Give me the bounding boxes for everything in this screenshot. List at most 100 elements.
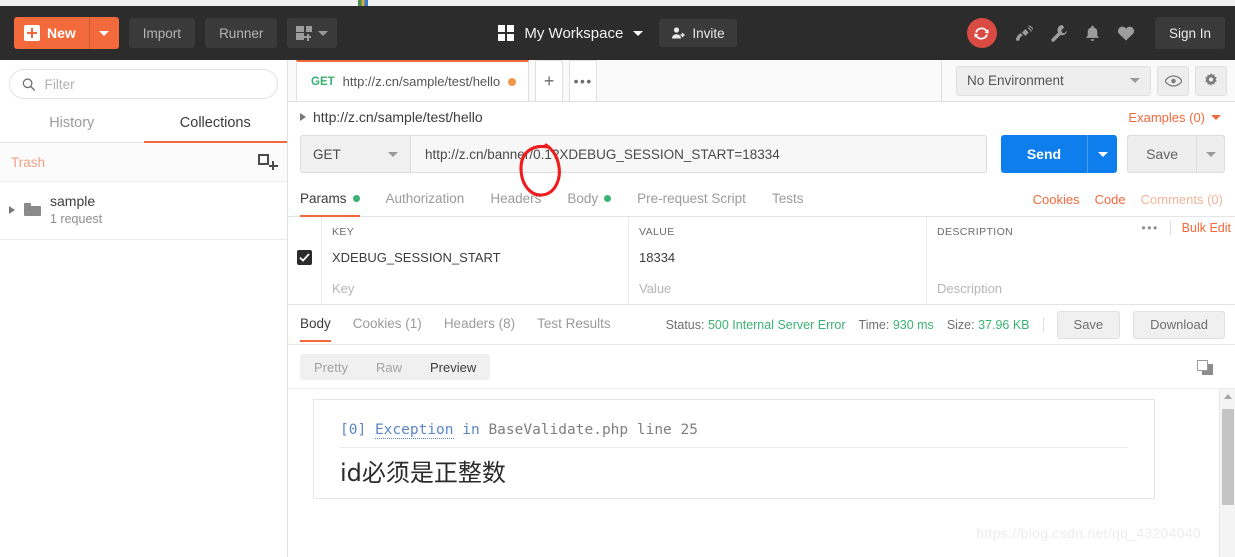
error-index: [0]	[340, 422, 367, 438]
response-view-modes: Pretty Raw Preview	[300, 354, 491, 380]
send-button[interactable]: Send	[1000, 135, 1088, 173]
params-table-header: KEY VALUE DESCRIPTION ••• Bulk Edit	[288, 217, 1235, 242]
param-key-cell[interactable]: XDEBUG_SESSION_START	[322, 242, 629, 273]
invite-button[interactable]: Invite	[659, 19, 737, 47]
param-row-checkbox-empty[interactable]	[288, 273, 322, 304]
time-group: Time: 930 ms	[859, 318, 934, 332]
view-mode-raw[interactable]: Raw	[362, 354, 416, 380]
tab-tests-label: Tests	[771, 191, 804, 206]
view-mode-preview-label: Preview	[429, 359, 477, 375]
param-value-placeholder[interactable]: Value	[629, 273, 927, 304]
tab-pre-request-script[interactable]: Pre-request Script	[637, 183, 746, 217]
save-button-group[interactable]: Save	[1127, 135, 1225, 173]
params-header-key: KEY	[322, 217, 629, 242]
request-tab-active[interactable]: GET http://z.cn/sample/test/hello	[296, 60, 530, 101]
param-key-placeholder[interactable]: Key	[322, 273, 629, 304]
send-button-label: Send	[1026, 146, 1062, 162]
send-button-group[interactable]: Send	[1000, 135, 1118, 173]
trash-row[interactable]: Trash	[0, 143, 287, 182]
time-value: 930 ms	[892, 317, 934, 332]
http-method-select[interactable]: GET	[300, 135, 410, 173]
tab-body[interactable]: Body	[567, 183, 612, 217]
checkbox-checked-icon	[297, 250, 312, 265]
breadcrumb-path: http://z.cn/sample/test/hello	[313, 109, 483, 125]
save-response-label: Save	[1073, 317, 1104, 332]
divider	[340, 447, 1128, 448]
save-options-button[interactable]	[1197, 135, 1225, 173]
chevron-right-icon[interactable]	[300, 113, 306, 121]
code-link[interactable]: Code	[1095, 192, 1126, 207]
trash-label: Trash	[11, 154, 46, 170]
comments-link[interactable]: Comments (0)	[1141, 192, 1223, 207]
breadcrumb-row: http://z.cn/sample/test/hello Examples (…	[288, 102, 1235, 131]
params-header-actions: ••• Bulk Edit	[1142, 221, 1231, 235]
error-headline: [0] Exception in BaseValidate.php line 2…	[340, 422, 1128, 439]
scrollbar-thumb[interactable]	[1222, 409, 1234, 505]
param-row-checkbox[interactable]	[288, 242, 322, 273]
settings-button[interactable]	[1195, 65, 1227, 96]
chevron-right-icon[interactable]	[9, 205, 15, 214]
url-input[interactable]: http://z.cn/banner/0.1?XDEBUG_SESSION_ST…	[410, 135, 987, 173]
tab-tests[interactable]: Tests	[772, 183, 804, 217]
download-response-button[interactable]: Download	[1133, 310, 1225, 339]
breadcrumb[interactable]: http://z.cn/sample/test/hello	[300, 109, 483, 125]
new-tab-button[interactable]: +	[535, 60, 564, 101]
tab-more-button[interactable]: •••	[569, 60, 598, 101]
params-table: KEY VALUE DESCRIPTION ••• Bulk Edit XDEB…	[288, 217, 1235, 305]
save-button-label: Save	[1146, 146, 1178, 162]
more-icon[interactable]: •••	[1142, 221, 1159, 235]
param-description-cell[interactable]	[927, 242, 1235, 273]
view-mode-preview[interactable]: Preview	[416, 354, 490, 380]
status-group: Status: 500 Internal Server Error	[666, 318, 846, 332]
environment-selector[interactable]: No Environment	[956, 65, 1151, 96]
sidebar-tab-collections-label: Collections	[179, 115, 251, 131]
view-mode-pretty-label: Pretty	[314, 359, 348, 375]
tab-headers-label: Headers	[490, 191, 542, 206]
examples-link[interactable]: Examples (0)	[1128, 110, 1225, 125]
error-type-link[interactable]: Exception	[374, 422, 454, 439]
scroll-up-icon[interactable]	[1224, 394, 1232, 399]
save-request-button[interactable]: Save	[1127, 135, 1197, 173]
invite-user-icon	[672, 27, 686, 39]
tab-params[interactable]: Params	[300, 183, 360, 217]
save-response-button[interactable]: Save	[1056, 310, 1121, 339]
cookies-link[interactable]: Cookies	[1033, 192, 1080, 207]
sidebar-tab-history[interactable]: History	[0, 106, 144, 143]
filter-box[interactable]	[9, 69, 278, 99]
url-input-value: http://z.cn/banner/0.1?XDEBUG_SESSION_ST…	[425, 146, 780, 162]
workspace-name[interactable]: My Workspace	[524, 25, 623, 42]
bulk-edit-link[interactable]: Bulk Edit	[1182, 221, 1231, 235]
examples-label: Examples (0)	[1128, 109, 1205, 125]
response-scrollbar[interactable]	[1219, 389, 1235, 557]
environment-quick-look-button[interactable]	[1157, 65, 1189, 96]
param-value-cell[interactable]: 18334	[629, 242, 927, 273]
chevron-down-icon[interactable]	[633, 30, 644, 36]
param-description-placeholder[interactable]: Description	[927, 273, 1235, 304]
response-tab-body[interactable]: Body	[300, 308, 331, 342]
table-row-empty[interactable]: Key Value Description	[288, 273, 1235, 304]
status-label: Status:	[665, 317, 705, 332]
view-mode-pretty[interactable]: Pretty	[300, 354, 362, 380]
search-input[interactable]	[44, 76, 265, 92]
collection-item-sample[interactable]: sample 1 request	[0, 182, 287, 240]
request-section-tabs: Params Authorization Headers Body Pre-re…	[288, 183, 1235, 217]
grid-icon	[498, 25, 515, 41]
tab-authorization[interactable]: Authorization	[386, 183, 465, 217]
main-area: History Collections Trash sample 1 reque…	[0, 60, 1235, 557]
gear-icon	[1205, 72, 1217, 86]
response-tab-headers[interactable]: Headers (8)	[444, 308, 515, 342]
tab-headers[interactable]: Headers	[490, 183, 541, 217]
collection-text: sample 1 request	[50, 192, 102, 228]
response-tab-test-results[interactable]: Test Results	[537, 308, 611, 342]
new-collection-icon[interactable]	[258, 154, 278, 170]
send-options-button[interactable]	[1087, 135, 1118, 173]
response-tab-cookies[interactable]: Cookies (1)	[353, 308, 422, 342]
divider	[1042, 317, 1044, 332]
copy-icon[interactable]	[1197, 359, 1213, 375]
response-meta: Status: 500 Internal Server Error Time: …	[666, 310, 1225, 339]
table-row[interactable]: XDEBUG_SESSION_START 18334	[288, 242, 1235, 273]
params-header-value: VALUE	[629, 217, 927, 242]
sidebar-tab-collections[interactable]: Collections	[143, 106, 287, 143]
tab-body-label: Body	[567, 191, 599, 206]
collection-meta: 1 request	[50, 211, 103, 226]
